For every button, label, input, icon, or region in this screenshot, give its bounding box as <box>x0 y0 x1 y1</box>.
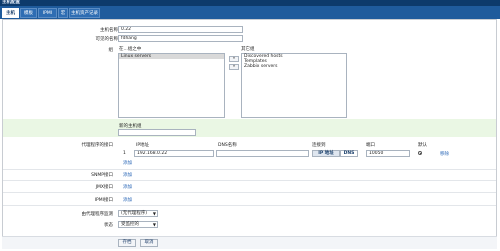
header-port: 端口 <box>366 143 375 148</box>
add-snmp-link[interactable]: 添加 <box>123 172 132 178</box>
status-select-value: 受监控的 <box>121 222 139 227</box>
divider <box>3 192 496 193</box>
other-groups-label: 其它组 <box>241 47 255 52</box>
header-default: 默认 <box>418 143 427 148</box>
header-ip: IP地址 <box>136 143 150 148</box>
divider <box>3 169 496 170</box>
other-groups-list[interactable]: Discovered hosts Templates Zabbix server… <box>241 53 347 118</box>
tab-inventory[interactable]: 主机资产记录 <box>69 8 100 18</box>
cancel-button[interactable]: 取消 <box>140 239 158 247</box>
visible-name-input[interactable]: fdhang <box>118 35 243 42</box>
agent-interfaces-label: 代理程序的接口 <box>81 143 114 148</box>
jmx-label: JMX接口 <box>95 185 113 190</box>
status-label: 状态 <box>104 223 113 228</box>
status-select[interactable]: 受监控的 ▼ <box>118 221 158 228</box>
move-right-button[interactable]: » <box>229 64 239 70</box>
tab-ipmi[interactable]: IPMI <box>38 8 57 18</box>
ipmi-label: IPMI接口 <box>94 198 113 203</box>
move-left-button[interactable]: « <box>229 56 239 62</box>
remove-interface-link[interactable]: 移除 <box>440 151 449 157</box>
proxy-select-value: (无代理程序) <box>121 211 148 216</box>
hostname-label: 主机名称 <box>100 28 118 33</box>
add-jmx-link[interactable]: 添加 <box>123 184 132 190</box>
default-radio[interactable] <box>418 151 422 155</box>
add-ipmi-link[interactable]: 添加 <box>123 197 132 203</box>
action-bar <box>2 236 497 249</box>
connect-dns-toggle[interactable]: DNS <box>340 150 358 157</box>
header-dns: DNS名称 <box>218 143 237 148</box>
connect-ip-toggle[interactable]: IP 地址 <box>312 150 340 157</box>
interface-ip-input[interactable]: 192.168.0.22 <box>134 150 214 157</box>
in-groups-list[interactable]: Linux servers <box>118 53 225 118</box>
tab-bar: 主机 模板 IPMI 宏 主机资产记录 <box>0 6 500 19</box>
proxy-label: 由代理程序监测 <box>81 212 114 217</box>
chevron-down-icon: ▼ <box>152 211 156 216</box>
list-item[interactable]: Zabbix servers <box>242 64 346 69</box>
new-group-row <box>3 119 496 137</box>
tab-host[interactable]: 主机 <box>2 8 19 18</box>
list-item[interactable]: Linux servers <box>119 54 224 59</box>
hostname-input[interactable]: 0.22 <box>118 26 243 33</box>
save-button[interactable]: 存档 <box>118 239 136 247</box>
chevron-down-icon: ▼ <box>152 222 156 227</box>
in-groups-label: 在...组之中 <box>119 47 142 52</box>
header-connect: 连接到 <box>312 143 326 148</box>
tab-templates[interactable]: 模板 <box>20 8 37 18</box>
add-agent-interface-link[interactable]: 添加 <box>123 160 132 166</box>
proxy-select[interactable]: (无代理程序) ▼ <box>118 210 158 217</box>
tab-macros[interactable]: 宏 <box>58 8 68 18</box>
divider <box>3 180 496 181</box>
interface-dns-input[interactable] <box>216 150 309 157</box>
groups-label: 组 <box>108 48 114 53</box>
interface-port-input[interactable]: 10050 <box>366 150 410 157</box>
new-group-input[interactable] <box>118 129 196 136</box>
divider <box>3 205 496 206</box>
interface-index: 1 <box>123 151 126 156</box>
snmp-label: SNMP接口 <box>91 173 113 178</box>
visible-name-label: 可见的名称 <box>95 37 119 42</box>
